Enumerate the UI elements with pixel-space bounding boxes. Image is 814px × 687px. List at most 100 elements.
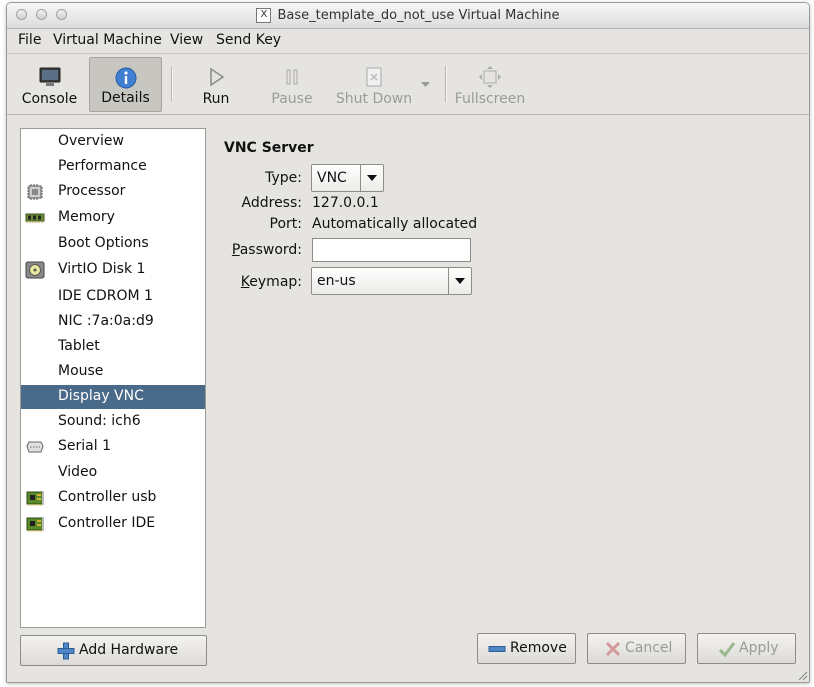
- hw-item-label: Performance: [58, 158, 147, 174]
- cancel-label: Cancel: [625, 640, 673, 656]
- hardware-list[interactable]: Overview Performance Processor Memory Bo…: [20, 128, 206, 628]
- fullscreen-label: Fullscreen: [454, 91, 526, 107]
- toolbar: Console Details Run Pause Shut Down Full…: [7, 53, 809, 115]
- hw-item-label: Mouse: [58, 363, 104, 379]
- checkmark-icon: [718, 642, 736, 658]
- apply-button[interactable]: Apply: [697, 633, 796, 664]
- remove-label: Remove: [510, 640, 567, 656]
- hw-item-label: Memory: [58, 209, 115, 225]
- toolbar-separator: [171, 66, 173, 102]
- chevron-down-icon: [421, 82, 430, 87]
- menu-bar: File Virtual Machine View Send Key: [7, 29, 809, 51]
- hw-item-label: Video: [58, 464, 98, 480]
- hw-item-label: Controller IDE: [58, 515, 156, 531]
- password-label: Password:: [231, 242, 302, 258]
- type-select[interactable]: VNC: [311, 164, 384, 192]
- keymap-label: Keymap:: [240, 274, 302, 290]
- chevron-down-icon: [360, 165, 383, 191]
- vm-window: X Base_template_do_not_use Virtual Machin…: [6, 2, 810, 683]
- minus-icon: [488, 646, 506, 652]
- hw-item-label: Controller usb: [58, 489, 157, 505]
- hw-item-serial-1[interactable]: Serial 1: [21, 435, 205, 459]
- hw-item-performance[interactable]: Performance: [21, 155, 205, 179]
- hw-item-overview[interactable]: Overview: [21, 130, 205, 154]
- shut-down-button[interactable]: Shut Down: [333, 57, 415, 112]
- shut-down-menu-arrow[interactable]: [417, 57, 433, 112]
- hard-disk-icon: [25, 261, 45, 279]
- menu-view[interactable]: View: [170, 32, 203, 48]
- hw-item-processor[interactable]: Processor: [21, 180, 205, 204]
- pause-icon: [286, 69, 298, 85]
- shut-down-icon: [366, 67, 382, 87]
- hw-item-controller-usb[interactable]: Controller usb: [21, 486, 205, 510]
- hw-item-ide-cdrom-1[interactable]: IDE CDROM 1: [21, 285, 205, 309]
- hw-item-label: NIC :7a:0a:d9: [58, 313, 154, 329]
- plus-icon: [57, 642, 75, 660]
- remove-button[interactable]: Remove: [477, 633, 576, 664]
- hw-item-memory[interactable]: Memory: [21, 206, 205, 230]
- hw-item-display-vnc[interactable]: Display VNC: [21, 385, 205, 409]
- hw-item-label: Boot Options: [58, 235, 149, 251]
- menu-file[interactable]: File: [18, 32, 41, 48]
- resize-grip-icon[interactable]: [796, 669, 808, 681]
- fullscreen-icon: [479, 66, 501, 88]
- window-title: Base_template_do_not_use Virtual Machine: [277, 8, 560, 23]
- controller-card-icon: [26, 491, 44, 506]
- hw-item-label: Sound: ich6: [58, 413, 141, 429]
- section-title: VNC Server: [224, 140, 314, 156]
- window-title-area: X Base_template_do_not_use Virtual Machin…: [7, 3, 809, 28]
- hw-item-nic[interactable]: NIC :7a:0a:d9: [21, 310, 205, 334]
- type-label: Type:: [265, 170, 302, 186]
- hw-item-tablet[interactable]: Tablet: [21, 335, 205, 359]
- cancel-button[interactable]: Cancel: [587, 633, 686, 664]
- run-button[interactable]: Run: [182, 57, 250, 112]
- info-icon: [115, 67, 136, 89]
- address-value: 127.0.0.1: [312, 195, 379, 211]
- keymap-select-value: en-us: [317, 273, 356, 289]
- shut-down-label: Shut Down: [335, 91, 413, 107]
- fullscreen-button[interactable]: Fullscreen: [454, 57, 526, 112]
- hw-item-boot-options[interactable]: Boot Options: [21, 232, 205, 256]
- hw-item-label: VirtIO Disk 1: [58, 261, 146, 277]
- play-icon: [210, 67, 225, 87]
- hw-item-sound[interactable]: Sound: ich6: [21, 410, 205, 434]
- toolbar-separator-2: [445, 66, 447, 102]
- type-select-value: VNC: [317, 170, 347, 186]
- hw-item-label: Display VNC: [58, 388, 144, 404]
- menu-send-key[interactable]: Send Key: [216, 32, 281, 48]
- monitor-icon: [39, 67, 60, 86]
- pause-label: Pause: [271, 91, 313, 107]
- title-bar[interactable]: X Base_template_do_not_use Virtual Machin…: [7, 3, 809, 29]
- password-input[interactable]: [312, 238, 471, 262]
- apply-label: Apply: [739, 640, 779, 656]
- port-value: Automatically allocated: [312, 216, 478, 232]
- cancel-x-icon: [605, 641, 621, 657]
- console-button[interactable]: Console: [13, 57, 86, 112]
- console-label: Console: [21, 91, 78, 107]
- hw-item-virtio-disk-1[interactable]: VirtIO Disk 1: [21, 258, 205, 282]
- port-label: Port:: [269, 216, 302, 232]
- serial-port-icon: [26, 441, 44, 453]
- chevron-down-icon: [448, 268, 471, 294]
- keymap-select[interactable]: en-us: [311, 267, 472, 295]
- vnc-details-panel: VNC Server Type: VNC Address: 127.0.0.1 …: [224, 135, 794, 615]
- pause-button[interactable]: Pause: [260, 57, 324, 112]
- hw-item-label: IDE CDROM 1: [58, 288, 153, 304]
- controller-card-icon: [26, 517, 44, 532]
- hw-item-label: Tablet: [58, 338, 100, 354]
- x11-app-icon: X: [256, 8, 272, 23]
- memory-module-icon: [25, 213, 45, 223]
- hw-item-video[interactable]: Video: [21, 461, 205, 485]
- menu-virtual-machine[interactable]: Virtual Machine: [53, 32, 162, 48]
- details-button[interactable]: Details: [89, 57, 162, 112]
- details-label: Details: [101, 90, 150, 106]
- address-label: Address:: [241, 195, 302, 211]
- hw-item-mouse[interactable]: Mouse: [21, 360, 205, 384]
- run-label: Run: [202, 91, 230, 107]
- add-hardware-button[interactable]: Add Hardware: [20, 635, 207, 666]
- hw-item-label: Serial 1: [58, 438, 111, 454]
- cpu-chip-icon: [27, 184, 43, 200]
- hw-item-label: Processor: [58, 183, 126, 199]
- hw-item-controller-ide[interactable]: Controller IDE: [21, 512, 205, 536]
- add-hardware-label: Add Hardware: [79, 642, 179, 658]
